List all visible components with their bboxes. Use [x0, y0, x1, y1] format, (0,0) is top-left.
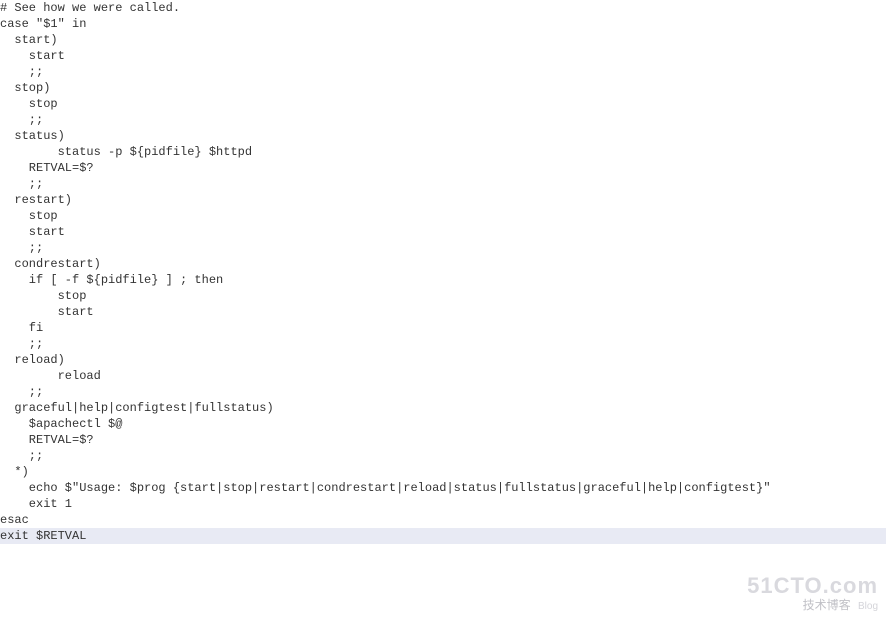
code-line: ;;	[0, 177, 43, 191]
code-line: ;;	[0, 385, 43, 399]
code-line: RETVAL=$?	[0, 161, 94, 175]
code-line: stop	[0, 289, 86, 303]
code-line: stop)	[0, 81, 50, 95]
code-line: $apachectl $@	[0, 417, 122, 431]
code-line: start)	[0, 33, 58, 47]
watermark: 51CTO.com 技术博客 Blog	[747, 575, 878, 615]
code-line: ;;	[0, 449, 43, 463]
code-line: esac	[0, 513, 29, 527]
code-line: ;;	[0, 241, 43, 255]
code-line: exit 1	[0, 497, 72, 511]
watermark-sub: 技术博客 Blog	[747, 597, 878, 615]
code-line-highlighted: exit $RETVAL	[0, 528, 886, 544]
code-line: start	[0, 225, 65, 239]
code-line: status -p ${pidfile} $httpd	[0, 145, 252, 159]
code-line: *)	[0, 465, 29, 479]
code-line: stop	[0, 209, 58, 223]
code-block: # See how we were called. case "$1" in s…	[0, 0, 886, 544]
code-line: graceful|help|configtest|fullstatus)	[0, 401, 274, 415]
code-line: restart)	[0, 193, 72, 207]
code-line: reload)	[0, 353, 65, 367]
code-line: reload	[0, 369, 101, 383]
code-line: fi	[0, 321, 43, 335]
code-line: condrestart)	[0, 257, 101, 271]
code-line: ;;	[0, 113, 43, 127]
code-line: echo $"Usage: $prog {start|stop|restart|…	[0, 481, 771, 495]
code-line: status)	[0, 129, 65, 143]
code-line: ;;	[0, 65, 43, 79]
code-line: # See how we were called.	[0, 1, 180, 15]
code-line: ;;	[0, 337, 43, 351]
code-line: start	[0, 49, 65, 63]
code-line: case "$1" in	[0, 17, 86, 31]
watermark-main: 51CTO.com	[747, 575, 878, 597]
code-line: if [ -f ${pidfile} ] ; then	[0, 273, 223, 287]
code-line: start	[0, 305, 94, 319]
code-line: RETVAL=$?	[0, 433, 94, 447]
code-line: stop	[0, 97, 58, 111]
